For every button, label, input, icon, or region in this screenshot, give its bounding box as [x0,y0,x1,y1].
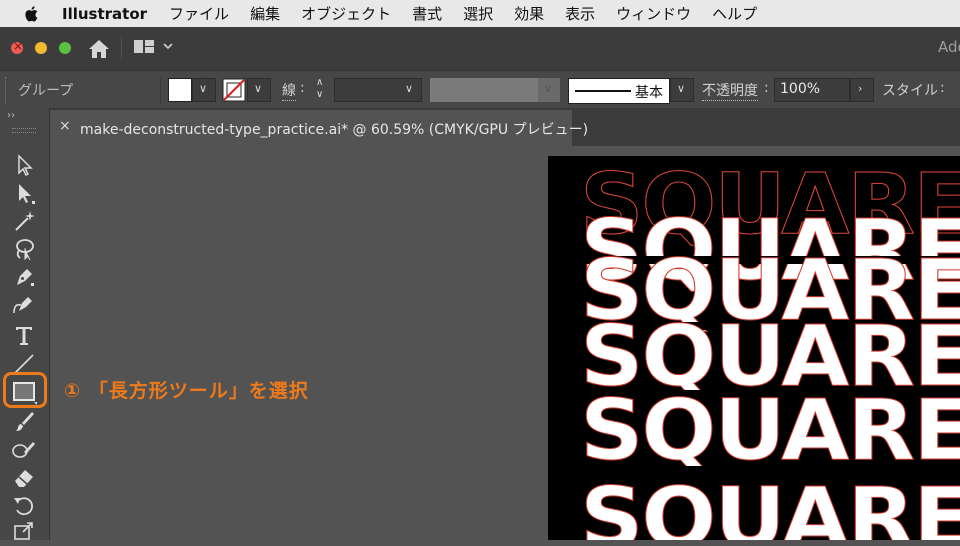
variable-width-profile[interactable] [430,78,538,102]
magic-wand-tool[interactable] [10,207,38,235]
fill-swatch[interactable] [168,78,192,102]
window-zoom-button[interactable] [59,42,71,54]
scale-icon [14,522,33,540]
pen-nib-icon [17,269,34,286]
lasso-icon [16,239,34,261]
curvature-pen-icon [13,297,32,314]
selection-type-label: グループ [18,83,74,99]
type-t-icon [16,327,32,345]
stroke-weight-stepper[interactable]: ∧ ∨ [312,77,332,103]
home-icon[interactable] [88,39,110,59]
control-bar: グループ ∨ ∨ 線 : ∧ ∨ ∨ ∨ 基本 ∨ 不透明度 : 100% › … [0,70,960,109]
arrange-documents-icon[interactable] [134,40,176,54]
stroke-dropdown[interactable]: ∨ [247,78,271,102]
direct-selection-arrow-icon [19,184,35,204]
rotate-tool[interactable] [10,492,38,520]
scale-tool[interactable] [10,518,38,546]
rectangle-tool-highlight [3,372,47,408]
menu-help[interactable]: ヘルプ [712,3,757,24]
opacity-value: 100% [780,81,821,97]
pen-tool[interactable] [10,263,38,291]
brush-definition-box[interactable]: 基本 [568,78,670,104]
artboard[interactable]: SQUARE SQUARE SQUARE SQUARE SQUARE SQUAR… [548,156,960,540]
toolbar-grip[interactable] [12,128,36,133]
style-label-colon: : [940,80,945,96]
selection-tool[interactable] [10,151,38,179]
style-label: スタイル [882,83,938,99]
opacity-panel-button[interactable]: › [850,78,874,102]
menu-effect[interactable]: 効果 [514,3,544,24]
shaper-tool[interactable] [10,436,38,464]
type-tool[interactable] [10,321,38,349]
control-bar-grip[interactable] [5,77,8,103]
menu-edit[interactable]: 編集 [250,3,280,24]
window-close-button[interactable] [11,39,23,54]
document-tab[interactable]: × make-deconstructed-type_practice.ai* @… [50,110,588,146]
control-divider [160,77,161,103]
menu-select[interactable]: 選択 [463,3,493,24]
title-divider [121,37,122,59]
brush-label: 基本 [635,85,663,101]
brush-dropdown[interactable]: ∨ [670,78,694,102]
menu-window[interactable]: ウィンドウ [616,3,691,24]
opacity-label[interactable]: 不透明度 [702,80,758,101]
shaper-icon [12,442,35,458]
eraser-icon [15,470,33,487]
menu-object[interactable]: オブジェクト [301,3,391,24]
paintbrush-icon [16,412,34,431]
instruction-annotation: ① 「長方形ツール」を選択 [64,380,309,402]
stroke-weight-input[interactable]: ∨ [334,78,422,102]
brush-stroke-preview [575,90,631,92]
close-tab-icon[interactable]: × [59,118,71,134]
menu-file[interactable]: ファイル [169,3,229,24]
stroke-none-swatch[interactable] [222,78,246,102]
artwork-row-4: SQUARE [579,381,960,479]
curvature-tool[interactable] [10,291,38,319]
rotate-icon [14,497,33,516]
fill-dropdown[interactable]: ∨ [192,78,216,102]
menu-app-name[interactable]: Illustrator [62,5,147,23]
lasso-tool[interactable] [10,235,38,263]
document-tab-title: make-deconstructed-type_practice.ai* @ 6… [80,122,589,138]
selection-arrow-icon [18,154,33,177]
window-minimize-button[interactable] [35,42,47,54]
opacity-input[interactable]: 100% [774,78,850,102]
variable-width-dropdown[interactable]: ∨ [538,78,560,102]
stroke-weight-label[interactable]: 線 [282,80,296,101]
menu-bar: Illustrator ファイル 編集 オブジェクト 書式 選択 効果 表示 ウ… [0,0,960,27]
magic-wand-icon [15,211,35,231]
apple-icon[interactable] [24,5,40,23]
eraser-tool[interactable] [10,464,38,492]
menu-view[interactable]: 表示 [565,3,595,24]
stroke-label-colon: : [300,80,305,96]
adobe-title-text: Ado [938,38,960,56]
paintbrush-tool[interactable] [10,408,38,436]
tools-panel: ›› [0,108,50,540]
menu-type[interactable]: 書式 [412,3,442,24]
toolbar-collapse-icon[interactable]: ›› [7,110,15,121]
artwork-row-5: SQUARE [579,469,960,541]
direct-selection-tool[interactable] [10,179,38,207]
opacity-label-colon: : [764,80,769,96]
